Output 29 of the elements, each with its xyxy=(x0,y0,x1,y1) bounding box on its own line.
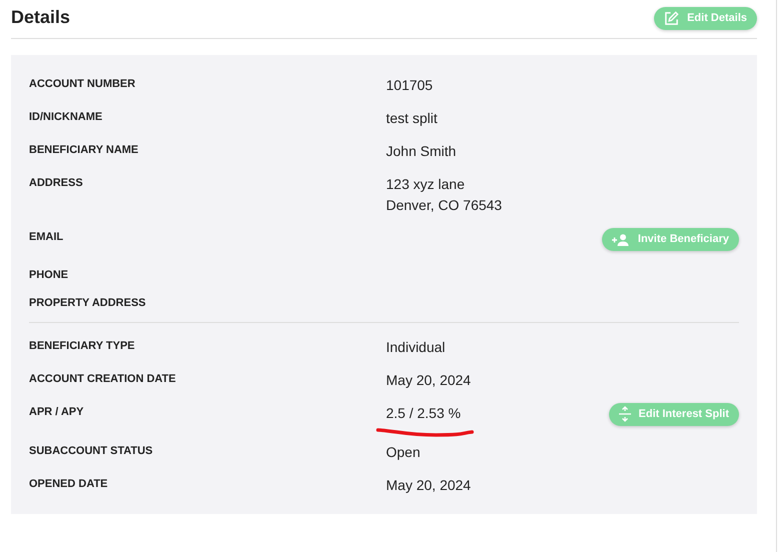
field-label: PHONE xyxy=(29,268,70,282)
field-label: BENEFICIARY TYPE xyxy=(29,338,136,352)
field-value: May 20, 2024 xyxy=(386,476,471,495)
field-value: John Smith xyxy=(386,142,456,161)
edit-details-button[interactable]: Edit Details xyxy=(654,6,757,30)
edit-interest-split-button[interactable]: Edit Interest Split xyxy=(608,402,739,426)
field-value: test split xyxy=(386,109,438,128)
field-label: OPENED DATE xyxy=(29,477,109,491)
field-label: ACCOUNT CREATION DATE xyxy=(29,372,177,386)
field-label: EMAIL xyxy=(29,230,64,244)
edit-icon xyxy=(664,10,680,26)
invite-beneficiary-button[interactable]: Invite Beneficiary xyxy=(602,228,739,251)
field-value: 2.5 / 2.53 % xyxy=(386,404,461,422)
field-value: 123 xyz lane xyxy=(386,175,465,194)
add-person-icon xyxy=(612,234,630,246)
field-label: PROPERTY ADDRESS xyxy=(29,296,147,310)
field-value: 101705 xyxy=(386,76,433,95)
expand-vertical-icon xyxy=(618,406,631,422)
field-label: SUBACCOUNT STATUS xyxy=(29,444,154,458)
field-label: APR / APY xyxy=(29,404,85,418)
page-title: Details xyxy=(11,7,70,29)
field-value: Denver, CO 76543 xyxy=(386,196,502,215)
field-label: BENEFICIARY NAME xyxy=(29,143,140,157)
field-label: ID/NICKNAME xyxy=(29,110,104,124)
field-label: ADDRESS xyxy=(29,176,84,190)
field-label: ACCOUNT NUMBER xyxy=(29,77,136,91)
field-value: Open xyxy=(386,443,420,462)
field-value: Individual xyxy=(386,338,446,356)
field-value: May 20, 2024 xyxy=(386,370,471,390)
